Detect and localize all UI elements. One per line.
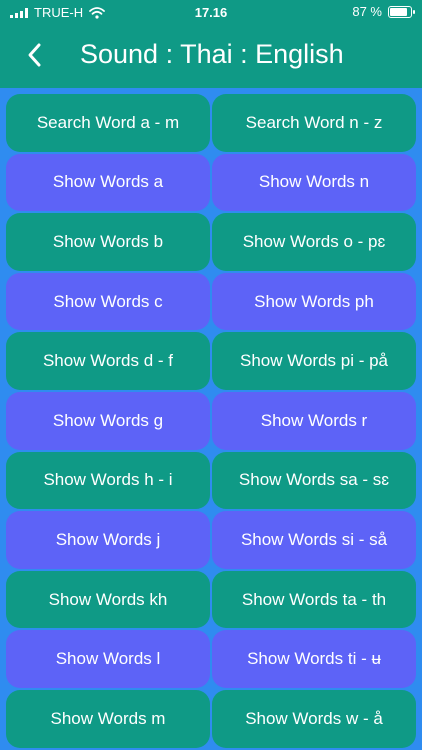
- app-header: Sound : Thai : English: [0, 26, 422, 88]
- word-list-button[interactable]: Show Words m: [6, 689, 210, 748]
- status-right: 87 %: [352, 4, 415, 19]
- word-list-button[interactable]: Show Words h - i: [6, 451, 210, 510]
- status-bar: TRUE-H 17.16 87 %: [0, 0, 422, 26]
- word-list-button[interactable]: Show Words w - å: [212, 689, 416, 748]
- word-list-button[interactable]: Show Words n: [212, 153, 416, 212]
- word-list-button[interactable]: Show Words d - f: [6, 332, 210, 390]
- battery-percent: 87 %: [352, 4, 382, 19]
- word-list-button[interactable]: Show Words r: [212, 391, 416, 450]
- page-title: Sound : Thai : English: [80, 39, 344, 69]
- word-list-button[interactable]: Show Words g: [6, 391, 210, 450]
- battery-icon: [388, 5, 415, 18]
- word-list-button[interactable]: Show Words ta - th: [212, 570, 416, 629]
- word-list-button[interactable]: Show Words j: [6, 511, 210, 569]
- word-list-button[interactable]: Show Words sa - sɛ: [212, 451, 416, 510]
- word-list-button[interactable]: Search Word a - m: [6, 94, 210, 152]
- word-list-button[interactable]: Show Words ph: [212, 272, 416, 331]
- word-list-button[interactable]: Show Words ti - ʉ: [212, 630, 416, 688]
- chevron-left-icon: [28, 43, 41, 67]
- battery-fill: [390, 7, 407, 16]
- word-list-button[interactable]: Show Words pi - på: [212, 332, 416, 390]
- word-list-button[interactable]: Show Words l: [6, 630, 210, 688]
- word-list-button[interactable]: Show Words a: [6, 153, 210, 212]
- back-button[interactable]: [20, 40, 50, 70]
- word-button-grid: Search Word a - m Search Word n - z Show W…: [5, 93, 417, 749]
- word-list-button[interactable]: Show Words kh: [6, 570, 210, 629]
- word-list-button[interactable]: Show Words o - pɛ: [212, 213, 416, 271]
- word-list-button[interactable]: Show Words c: [6, 272, 210, 331]
- word-list-button[interactable]: Show Words si - så: [212, 511, 416, 569]
- word-list-button[interactable]: Show Words b: [6, 213, 210, 271]
- word-list-button[interactable]: Search Word n - z: [212, 94, 416, 152]
